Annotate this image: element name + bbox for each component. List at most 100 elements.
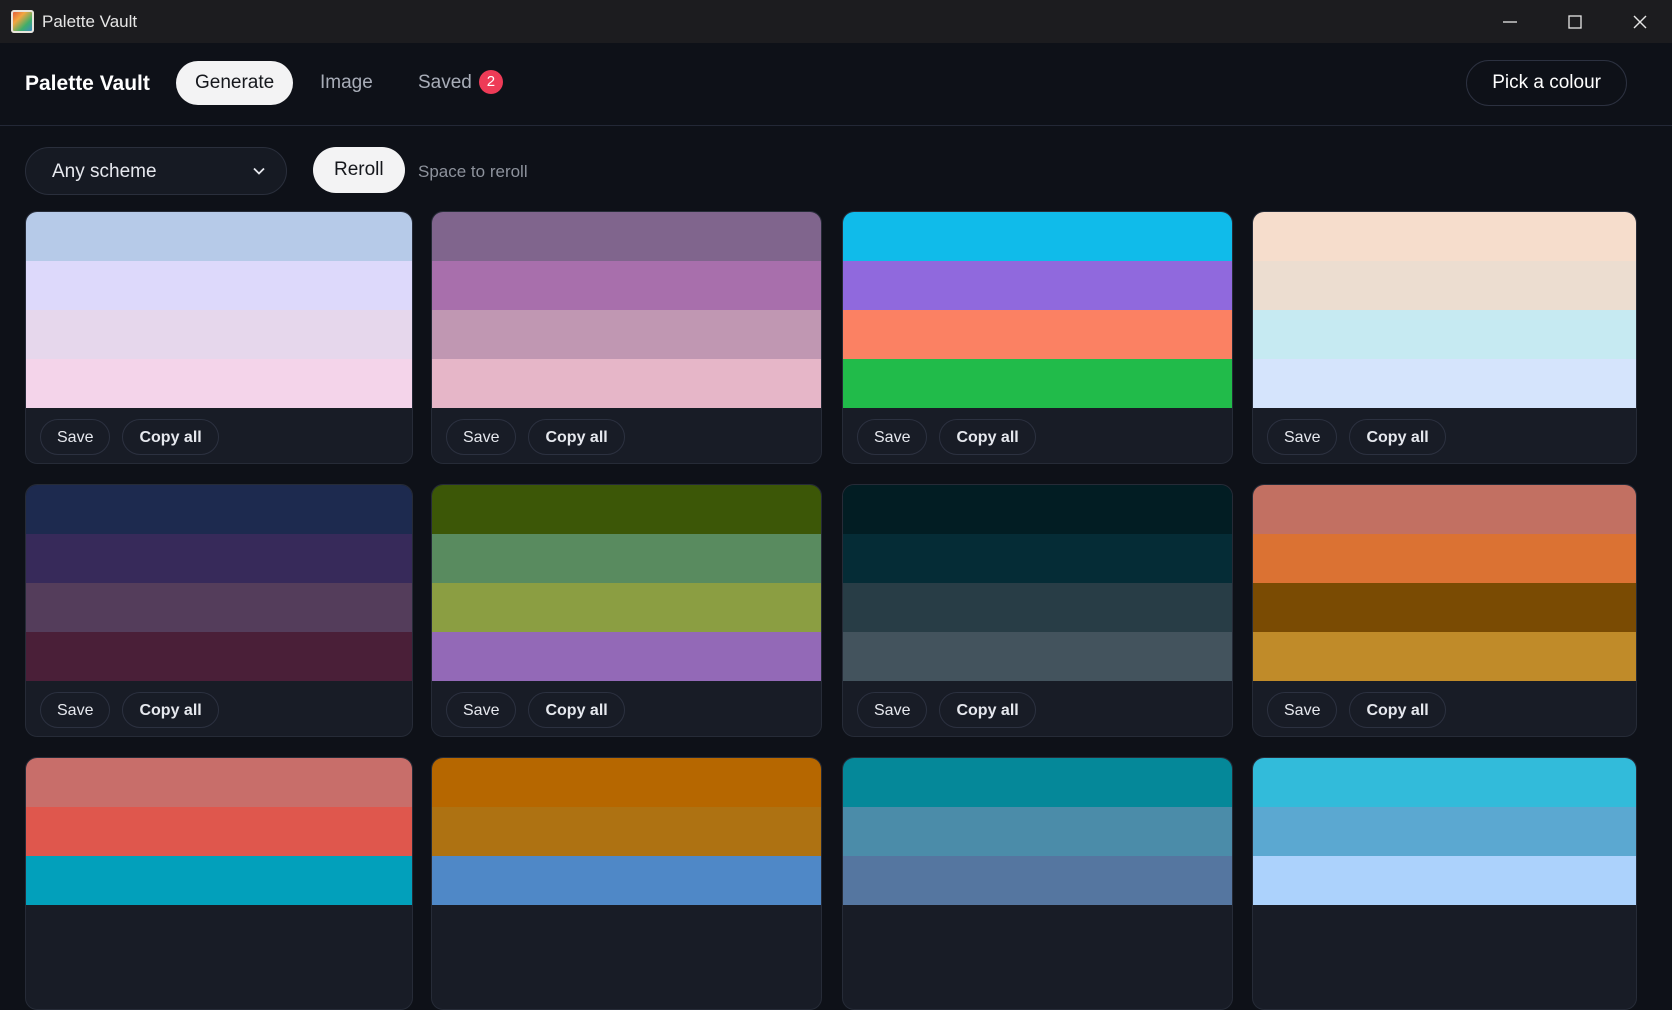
- minimize-button[interactable]: [1477, 0, 1542, 43]
- palette-swatches: [843, 758, 1232, 905]
- colour-swatch[interactable]: [26, 583, 412, 632]
- reroll-hint: Space to reroll: [418, 162, 528, 181]
- copy-all-button[interactable]: Copy all: [1349, 419, 1446, 455]
- colour-swatch[interactable]: [1253, 807, 1636, 856]
- maximize-button[interactable]: [1542, 0, 1607, 43]
- save-palette-button[interactable]: Save: [446, 419, 517, 455]
- save-palette-button[interactable]: Save: [1267, 692, 1338, 728]
- palette-card: [25, 757, 413, 1010]
- save-palette-button[interactable]: Save: [446, 692, 517, 728]
- brand-title: Palette Vault: [25, 72, 150, 95]
- close-button[interactable]: [1607, 0, 1672, 43]
- colour-swatch[interactable]: [1253, 758, 1636, 807]
- tab-saved[interactable]: Saved 2: [418, 61, 503, 105]
- palette-swatches: [26, 485, 412, 681]
- palette-grid: Save Copy all Save Copy all Save Copy all Save…: [25, 211, 1637, 1010]
- colour-swatch[interactable]: [432, 261, 821, 310]
- card-actions: Save Copy all: [1267, 692, 1446, 728]
- colour-swatch[interactable]: [843, 583, 1232, 632]
- colour-swatch[interactable]: [26, 632, 412, 681]
- colour-swatch[interactable]: [843, 261, 1232, 310]
- copy-all-button[interactable]: Copy all: [122, 419, 219, 455]
- colour-swatch[interactable]: [26, 758, 412, 807]
- colour-swatch[interactable]: [432, 807, 821, 856]
- colour-swatch[interactable]: [432, 856, 821, 905]
- colour-swatch[interactable]: [26, 534, 412, 583]
- scheme-select-value: Any scheme: [52, 161, 157, 182]
- save-palette-button[interactable]: Save: [40, 419, 111, 455]
- colour-swatch[interactable]: [1253, 261, 1636, 310]
- palette-swatches: [1253, 485, 1636, 681]
- colour-swatch[interactable]: [432, 758, 821, 807]
- palette-card: Save Copy all: [25, 484, 413, 737]
- colour-swatch[interactable]: [432, 534, 821, 583]
- colour-swatch[interactable]: [1253, 534, 1636, 583]
- colour-swatch[interactable]: [26, 485, 412, 534]
- copy-all-button[interactable]: Copy all: [122, 692, 219, 728]
- save-palette-button[interactable]: Save: [1267, 419, 1338, 455]
- scheme-select[interactable]: Any scheme: [25, 147, 287, 195]
- maximize-icon: [1567, 14, 1582, 29]
- colour-swatch[interactable]: [1253, 359, 1636, 408]
- card-actions: Save Copy all: [1267, 419, 1446, 455]
- palette-swatches: [843, 212, 1232, 408]
- reroll-button[interactable]: Reroll: [313, 147, 405, 193]
- palette-swatches: [26, 758, 412, 905]
- copy-all-button[interactable]: Copy all: [939, 692, 1036, 728]
- copy-all-button[interactable]: Copy all: [528, 692, 625, 728]
- colour-swatch[interactable]: [843, 310, 1232, 359]
- save-palette-button[interactable]: Save: [40, 692, 111, 728]
- colour-swatch[interactable]: [1253, 212, 1636, 261]
- colour-swatch[interactable]: [843, 632, 1232, 681]
- chevron-down-icon: [253, 167, 265, 175]
- colour-swatch[interactable]: [26, 359, 412, 408]
- save-palette-button[interactable]: Save: [857, 692, 928, 728]
- tab-generate[interactable]: Generate: [176, 61, 294, 105]
- palette-card: Save Copy all: [25, 211, 413, 464]
- tab-image[interactable]: Image: [320, 61, 373, 105]
- saved-count-badge: 2: [478, 70, 503, 94]
- window-title: Palette Vault: [42, 11, 138, 31]
- close-icon: [1633, 15, 1646, 28]
- palette-card: [842, 757, 1233, 1010]
- palette-app-icon: [11, 10, 34, 33]
- pick-colour-button[interactable]: Pick a colour: [1466, 60, 1627, 106]
- colour-swatch[interactable]: [843, 534, 1232, 583]
- card-actions: Save Copy all: [446, 419, 625, 455]
- copy-all-button[interactable]: Copy all: [528, 419, 625, 455]
- palette-swatches: [1253, 212, 1636, 408]
- colour-swatch[interactable]: [843, 212, 1232, 261]
- colour-swatch[interactable]: [26, 807, 412, 856]
- colour-swatch[interactable]: [26, 212, 412, 261]
- colour-swatch[interactable]: [1253, 485, 1636, 534]
- palette-swatches: [1253, 758, 1636, 905]
- colour-swatch[interactable]: [26, 856, 412, 905]
- colour-swatch[interactable]: [843, 485, 1232, 534]
- colour-swatch[interactable]: [432, 632, 821, 681]
- card-actions: Save Copy all: [857, 419, 1036, 455]
- colour-swatch[interactable]: [26, 310, 412, 359]
- colour-swatch[interactable]: [432, 485, 821, 534]
- colour-swatch[interactable]: [432, 583, 821, 632]
- colour-swatch[interactable]: [26, 261, 412, 310]
- colour-swatch[interactable]: [432, 310, 821, 359]
- card-actions: Save Copy all: [40, 692, 219, 728]
- colour-swatch[interactable]: [843, 856, 1232, 905]
- palette-swatches: [432, 485, 821, 681]
- colour-swatch[interactable]: [843, 807, 1232, 856]
- colour-swatch[interactable]: [843, 359, 1232, 408]
- colour-swatch[interactable]: [432, 212, 821, 261]
- palette-swatches: [432, 212, 821, 408]
- tab-generate-label: Generate: [195, 72, 275, 93]
- colour-swatch[interactable]: [843, 758, 1232, 807]
- save-palette-button[interactable]: Save: [857, 419, 928, 455]
- colour-swatch[interactable]: [1253, 856, 1636, 905]
- tab-saved-label: Saved: [418, 72, 472, 93]
- colour-swatch[interactable]: [1253, 310, 1636, 359]
- colour-swatch[interactable]: [1253, 632, 1636, 681]
- colour-swatch[interactable]: [432, 359, 821, 408]
- copy-all-button[interactable]: Copy all: [1349, 692, 1446, 728]
- copy-all-button[interactable]: Copy all: [939, 419, 1036, 455]
- card-actions: Save Copy all: [857, 692, 1036, 728]
- colour-swatch[interactable]: [1253, 583, 1636, 632]
